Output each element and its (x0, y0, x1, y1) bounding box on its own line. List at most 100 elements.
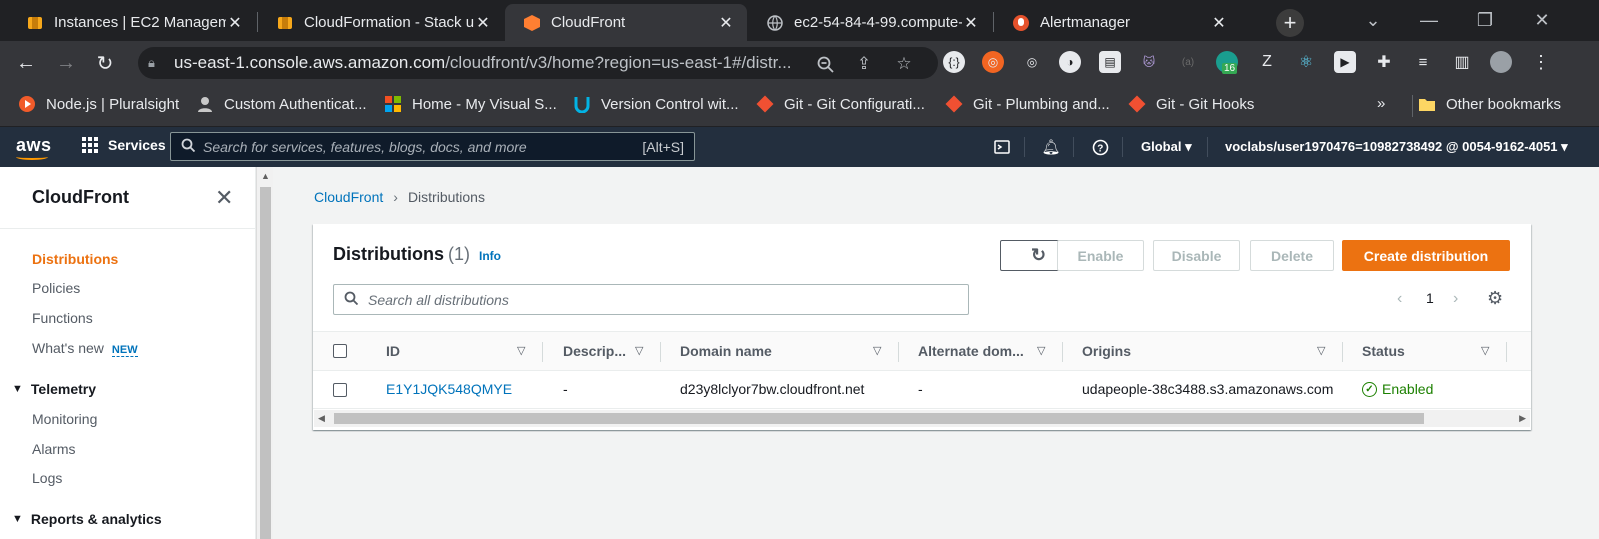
column-header-id[interactable]: ID (386, 343, 400, 359)
extension-icon[interactable]: ◑ (1059, 51, 1081, 73)
distribution-id-link[interactable]: E1Y1JQK548QMYE (386, 381, 512, 397)
menu-icon[interactable]: ⋮ (1530, 51, 1552, 73)
sort-caret-icon[interactable]: ▽ (517, 344, 525, 357)
sidebar-section-telemetry[interactable]: ▼ Telemetry (12, 381, 96, 397)
avatar[interactable] (1490, 51, 1512, 73)
tab-search-icon[interactable]: ⌄ (1345, 0, 1401, 41)
scrollbar-thumb[interactable] (260, 187, 271, 539)
create-distribution-button[interactable]: Create distribution (1342, 240, 1510, 271)
video-icon[interactable]: ▶ (1334, 51, 1356, 73)
table-horizontal-scrollbar[interactable]: ◀ ▶ (314, 410, 1530, 427)
zotero-icon[interactable]: Z (1256, 51, 1278, 73)
info-link[interactable]: Info (479, 249, 501, 263)
browser-tab-ec2[interactable]: Instances | EC2 Management Console ✕ (8, 4, 256, 41)
bookmark-item[interactable]: Git - Git Hooks (1128, 95, 1254, 113)
sidepanel-icon[interactable]: ▥ (1451, 51, 1473, 73)
sidebar-section-reports[interactable]: ▼ Reports & analytics (12, 511, 162, 527)
target-icon[interactable]: ◎ (1021, 51, 1043, 73)
column-divider[interactable] (660, 342, 661, 362)
sidebar-item-logs[interactable]: Logs (32, 470, 62, 486)
minimize-icon[interactable]: — (1401, 0, 1457, 41)
close-icon[interactable]: ✕ (962, 14, 980, 32)
scroll-up-icon[interactable]: ▲ (261, 171, 270, 181)
column-header-status[interactable]: Status (1362, 343, 1405, 359)
browser-tab-cloudfront[interactable]: CloudFront ✕ (505, 4, 747, 41)
close-icon[interactable]: ✕ (226, 14, 244, 32)
scroll-left-icon[interactable]: ◀ (318, 413, 325, 424)
restore-icon[interactable]: ❐ (1457, 0, 1513, 41)
sidebar-item-functions[interactable]: Functions (32, 310, 93, 326)
forward-icon[interactable]: → (52, 49, 80, 77)
address-bar[interactable]: 🔒︎ us-east-1.console.aws.amazon.com/clou… (138, 47, 938, 79)
sidebar-item-alarms[interactable]: Alarms (32, 441, 76, 457)
sort-caret-icon[interactable]: ▽ (873, 344, 881, 357)
disable-button[interactable]: Disable (1153, 240, 1240, 271)
sort-caret-icon[interactable]: ▽ (1037, 344, 1045, 357)
media-icon[interactable]: ≡ (1412, 51, 1434, 73)
row-checkbox[interactable] (333, 383, 347, 397)
cloudshell-icon[interactable] (990, 135, 1014, 159)
bookmark-item[interactable]: Home - My Visual S... (384, 95, 557, 113)
react-icon[interactable]: ⚛ (1295, 51, 1317, 73)
bookmark-item[interactable]: Git - Git Configurati... (756, 95, 925, 113)
sidebar-item-monitoring[interactable]: Monitoring (32, 411, 97, 427)
close-icon[interactable]: ✕ (717, 14, 735, 32)
table-row[interactable]: E1Y1JQK548QMYE - d23y8lclyor7bw.cloudfro… (313, 371, 1531, 409)
scroll-right-icon[interactable]: ▶ (1519, 413, 1526, 424)
help-icon[interactable]: ? (1088, 135, 1112, 159)
close-icon[interactable]: ✕ (474, 14, 492, 32)
sidebar-item-policies[interactable]: Policies (32, 280, 80, 296)
bookmark-item[interactable]: Node.js | Pluralsight (18, 95, 179, 113)
column-divider[interactable] (1506, 342, 1507, 362)
close-icon[interactable]: ✕ (215, 185, 233, 211)
profile-extension-icon[interactable]: 16 (1216, 51, 1238, 74)
puzzle-icon[interactable]: ✚ (1373, 51, 1395, 73)
new-tab-button[interactable]: + (1276, 9, 1304, 37)
zoom-icon[interactable] (814, 53, 836, 75)
page-number[interactable]: 1 (1426, 290, 1434, 306)
bookmark-item[interactable]: Git - Plumbing and... (945, 95, 1110, 113)
bookmarks-overflow-button[interactable]: » (1377, 95, 1385, 112)
bookmark-star-icon[interactable]: ☆ (893, 53, 915, 75)
document-icon[interactable]: ▤ (1099, 51, 1121, 73)
browser-tab-cloudformation[interactable]: CloudFormation - Stack udapeople ✕ (258, 4, 504, 41)
browser-tab-alertmanager[interactable]: Alertmanager ✕ (994, 4, 1240, 41)
column-header-description[interactable]: Descrip... (563, 343, 626, 359)
column-divider[interactable] (1062, 342, 1063, 362)
close-icon[interactable]: ✕ (1210, 14, 1228, 32)
bookmark-item[interactable]: Version Control wit... (573, 95, 739, 113)
column-header-origins[interactable]: Origins (1082, 343, 1131, 359)
breadcrumb-cloudfront[interactable]: CloudFront (314, 189, 383, 205)
distribution-search-input[interactable]: Search all distributions (333, 284, 969, 315)
delete-button[interactable]: Delete (1250, 240, 1334, 271)
account-menu[interactable]: voclabs/user1970476=10982738492 @ 0054-9… (1225, 139, 1568, 155)
sidebar-item-whats-new[interactable]: What's new NEW (32, 340, 138, 357)
bookmark-item[interactable]: Custom Authenticat... (196, 95, 367, 113)
back-icon[interactable]: ← (12, 49, 40, 77)
column-header-domain-name[interactable]: Domain name (680, 343, 772, 359)
column-divider[interactable] (1342, 342, 1343, 362)
enable-button[interactable]: Enable (1057, 240, 1144, 271)
region-selector[interactable]: Global ▾ (1141, 139, 1192, 155)
column-divider[interactable] (898, 342, 899, 362)
other-bookmarks-folder[interactable]: Other bookmarks (1418, 95, 1561, 113)
extension-icon[interactable]: (a) (1177, 51, 1199, 73)
sort-caret-icon[interactable]: ▽ (635, 344, 643, 357)
github-cat-icon[interactable]: 🐱︎ (1138, 51, 1160, 73)
column-header-alternate-domain[interactable]: Alternate dom... (918, 343, 1024, 359)
scrollbar-thumb[interactable] (334, 413, 1424, 424)
services-menu-button[interactable]: Services (82, 137, 166, 153)
sidebar-scrollbar[interactable]: ▲ (256, 167, 273, 539)
aws-search-input[interactable]: Search for services, features, blogs, do… (170, 132, 695, 161)
column-divider[interactable] (542, 342, 543, 362)
window-close-icon[interactable]: ✕ (1513, 0, 1571, 41)
extension-icon[interactable]: {:} (943, 51, 965, 73)
lifebuoy-icon[interactable]: ◎ (982, 51, 1004, 73)
sort-caret-icon[interactable]: ▽ (1481, 344, 1489, 357)
next-page-icon[interactable]: › (1453, 290, 1458, 308)
previous-page-icon[interactable]: ‹ (1397, 290, 1402, 308)
select-all-checkbox[interactable] (333, 344, 347, 358)
sidebar-item-distributions[interactable]: Distributions (32, 251, 118, 267)
bell-icon[interactable]: 🔔︎ (1039, 135, 1063, 159)
share-icon[interactable]: ⇪ (853, 53, 875, 75)
